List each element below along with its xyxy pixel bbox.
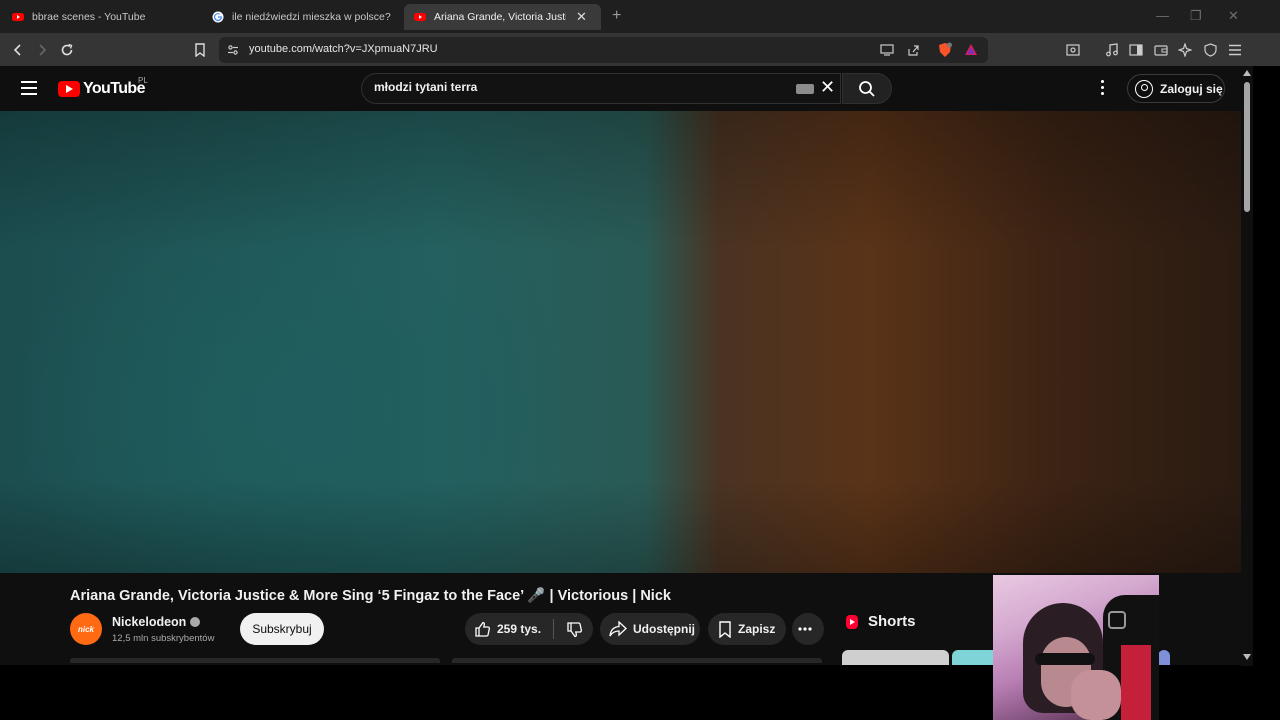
- thumbs-up-icon: [475, 621, 490, 637]
- thumbs-down-icon[interactable]: [566, 621, 583, 638]
- save-button[interactable]: Zapisz: [708, 613, 786, 645]
- channel-name-row: Nickelodeon: [112, 615, 201, 629]
- chair-emblem-icon: [1108, 611, 1126, 629]
- tab-ariana-grande-video[interactable]: Ariana Grande, Victoria Justice & ✕: [404, 4, 601, 30]
- youtube-play-icon: [58, 81, 80, 97]
- more-horizontal-icon: [798, 627, 812, 631]
- screenshot-button[interactable]: [1063, 40, 1083, 60]
- cast-icon[interactable]: [880, 44, 894, 56]
- more-options-icon[interactable]: [1100, 80, 1106, 98]
- sidebar-icon: [1129, 44, 1143, 56]
- menu-icon: [1229, 44, 1241, 56]
- youtube-wordmark: YouTube: [83, 80, 145, 97]
- reload-icon: [61, 43, 73, 56]
- vpn-button[interactable]: [1200, 40, 1220, 60]
- browser-tab-strip: bbrae scenes - YouTube ile niedźwiedzi m…: [0, 0, 1280, 33]
- search-input[interactable]: [374, 80, 774, 94]
- scroll-up-arrow-icon[interactable]: [1243, 70, 1251, 76]
- shorts-shelf-header: Shorts: [846, 613, 916, 630]
- save-playlist-icon: [719, 620, 731, 638]
- minimize-icon[interactable]: —: [1156, 8, 1169, 23]
- reload-button[interactable]: [57, 40, 77, 60]
- tab-title: ile niedźwiedzi mieszka w polsce? - S: [232, 11, 392, 23]
- leo-ai-button[interactable]: [1175, 40, 1195, 60]
- sign-in-button[interactable]: Zaloguj się: [1127, 74, 1225, 103]
- search-box: ✕: [361, 73, 841, 104]
- video-title: Ariana Grande, Victoria Justice & More S…: [70, 588, 671, 604]
- address-bar[interactable]: youtube.com/watch?v=JXpmuaN7JRU: [219, 37, 988, 63]
- arrow-right-icon: [39, 44, 47, 56]
- country-code: PL: [138, 76, 148, 85]
- sunglasses: [1035, 653, 1095, 665]
- browser-toolbar: youtube.com/watch?v=JXpmuaN7JRU: [0, 33, 1280, 66]
- webcam-overlay: [993, 575, 1159, 720]
- subscriber-count: 12,5 mln subskrybentów: [112, 633, 215, 644]
- restore-icon[interactable]: ❐: [1190, 8, 1202, 24]
- youtube-logo[interactable]: YouTube PL: [58, 76, 148, 98]
- share-page-icon[interactable]: [907, 44, 920, 57]
- youtube-favicon-icon: [414, 13, 426, 21]
- arrow-left-icon: [13, 44, 21, 56]
- verified-badge-icon: [190, 617, 201, 627]
- browser-menu-button[interactable]: [1225, 40, 1245, 60]
- description-box[interactable]: [70, 658, 440, 663]
- scrollbar-thumb[interactable]: [1244, 82, 1250, 212]
- shorts-logo-icon: [846, 614, 858, 629]
- account-icon: [1135, 79, 1153, 98]
- save-label: Zapisz: [738, 622, 776, 636]
- more-actions-button[interactable]: [792, 613, 824, 645]
- tab-bbrae-scenes[interactable]: bbrae scenes - YouTube: [12, 4, 192, 30]
- short-thumbnail[interactable]: [842, 650, 949, 665]
- tab-google-search[interactable]: ile niedźwiedzi mieszka w polsce? - S: [212, 4, 392, 30]
- comment-box[interactable]: [452, 658, 822, 663]
- new-tab-button[interactable]: +: [612, 7, 621, 25]
- music-note-icon: [1106, 43, 1118, 57]
- subscribe-button[interactable]: Subskrybuj: [240, 613, 324, 645]
- gaming-chair-accent: [1121, 645, 1151, 720]
- brave-rewards-icon[interactable]: [964, 43, 978, 56]
- page-scrollbar[interactable]: [1241, 66, 1253, 666]
- share-arrow-icon: [609, 621, 627, 637]
- like-dislike-group: 259 tys.: [465, 613, 593, 645]
- like-button[interactable]: 259 tys.: [474, 621, 541, 638]
- short-thumbnail[interactable]: [1158, 650, 1170, 665]
- sign-in-label: Zaloguj się: [1160, 81, 1223, 96]
- like-count: 259 tys.: [497, 622, 542, 636]
- brave-shields-icon[interactable]: [937, 42, 953, 58]
- url-text: youtube.com/watch?v=JXpmuaN7JRU: [249, 43, 438, 55]
- bookmark-button[interactable]: [190, 40, 210, 60]
- youtube-header: YouTube PL ✕ Zaloguj się: [0, 66, 1241, 111]
- video-player[interactable]: [0, 111, 1241, 573]
- tab-title: bbrae scenes - YouTube: [32, 11, 146, 23]
- forward-button[interactable]: [32, 40, 52, 60]
- wallet-icon: [1154, 45, 1168, 56]
- guide-menu-icon[interactable]: [21, 81, 37, 95]
- share-button[interactable]: Udostępnij: [600, 613, 700, 645]
- screenshot-icon: [1066, 44, 1080, 56]
- search-button[interactable]: [842, 73, 892, 104]
- google-favicon-icon: [212, 11, 224, 23]
- back-button[interactable]: [8, 40, 28, 60]
- wallet-button[interactable]: [1151, 40, 1171, 60]
- youtube-favicon-icon: [12, 13, 24, 21]
- window-close-icon[interactable]: ✕: [1228, 8, 1239, 24]
- scroll-down-arrow-icon[interactable]: [1243, 654, 1251, 660]
- person-hand: [1071, 670, 1121, 720]
- channel-avatar[interactable]: nick: [70, 613, 102, 645]
- search-icon: [859, 80, 875, 97]
- shield-icon: [1203, 43, 1217, 57]
- site-settings-icon[interactable]: [227, 44, 239, 56]
- clear-search-icon[interactable]: ✕: [820, 77, 835, 98]
- tab-title: Ariana Grande, Victoria Justice &: [434, 11, 566, 23]
- bookmark-icon: [195, 43, 205, 57]
- share-label: Udostępnij: [633, 622, 695, 636]
- close-tab-icon[interactable]: ✕: [576, 9, 587, 25]
- channel-name[interactable]: Nickelodeon: [112, 615, 186, 629]
- like-divider: [553, 619, 555, 639]
- shorts-label: Shorts: [868, 613, 916, 630]
- sidebar-toggle-button[interactable]: [1126, 40, 1146, 60]
- sparkle-icon: [1178, 43, 1192, 57]
- media-button[interactable]: [1102, 40, 1122, 60]
- keyboard-icon[interactable]: [796, 84, 814, 94]
